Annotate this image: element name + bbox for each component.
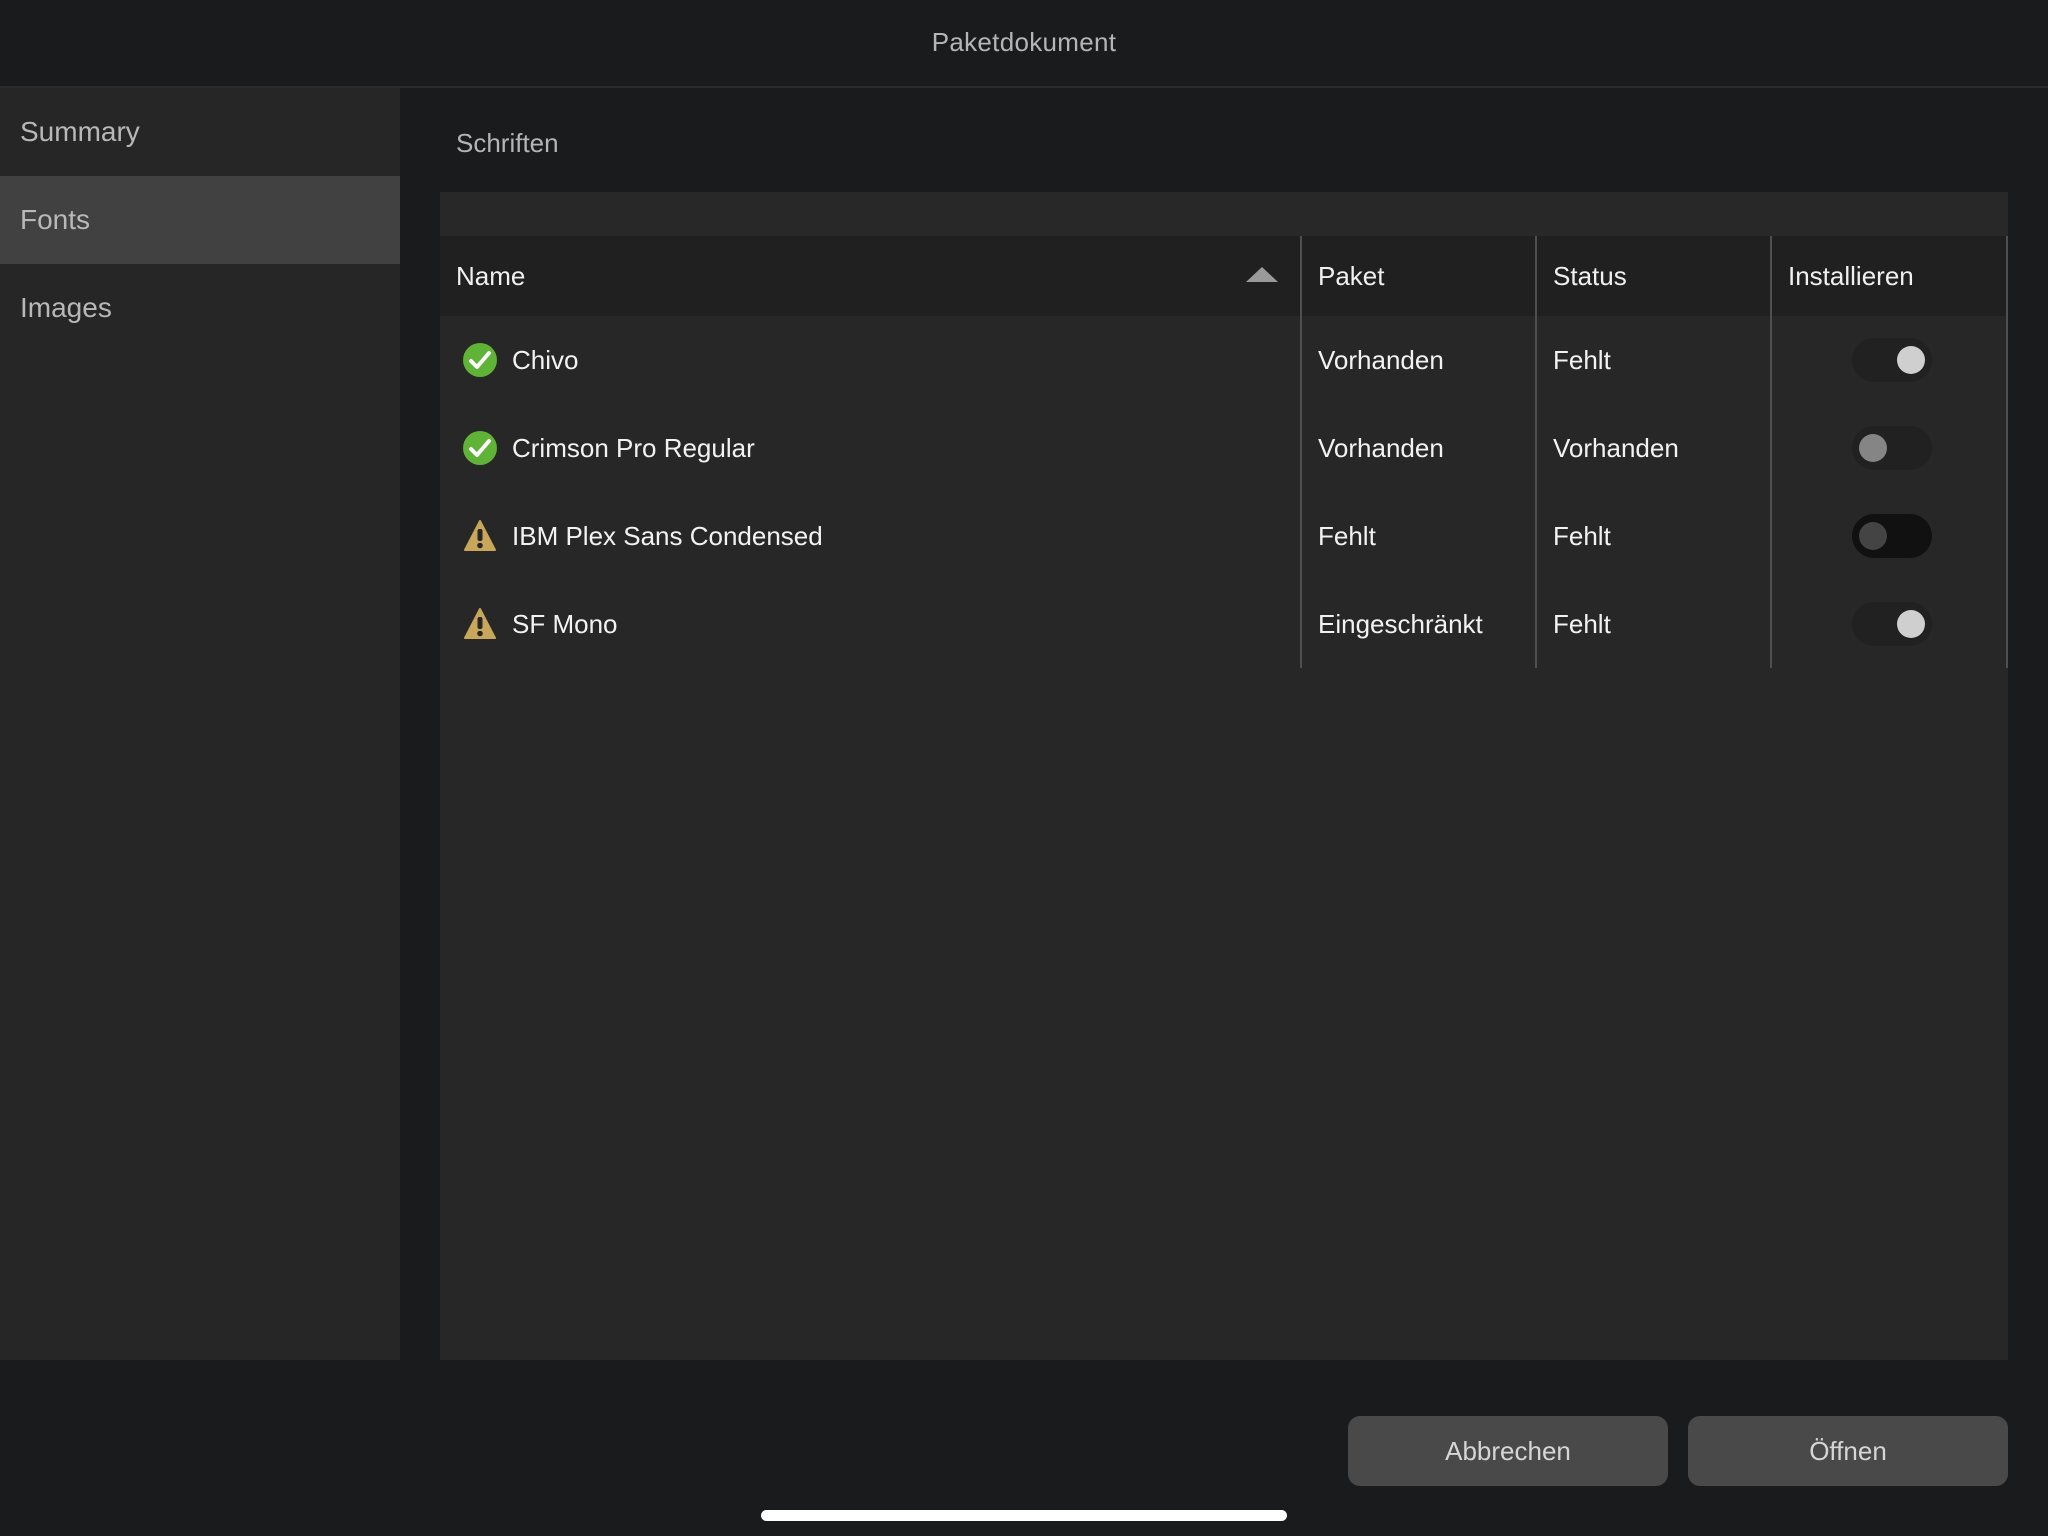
- font-name: SF Mono: [512, 608, 618, 639]
- column-header-status[interactable]: Status: [1537, 236, 1772, 316]
- toggle-knob: [1859, 522, 1887, 550]
- cell-installieren: [1772, 492, 2008, 580]
- home-indicator[interactable]: [761, 1510, 1287, 1521]
- cell-status: Fehlt: [1553, 608, 1611, 639]
- cell-paket: Eingeschränkt: [1318, 608, 1483, 639]
- cell-status: Vorhanden: [1553, 432, 1679, 463]
- cell-status: Fehlt: [1553, 520, 1611, 551]
- column-header-label: Installieren: [1788, 260, 1914, 291]
- font-name: Crimson Pro Regular: [512, 432, 755, 463]
- font-name: Chivo: [512, 344, 579, 375]
- sidebar-item-label: Summary: [20, 116, 140, 147]
- toggle-knob: [1897, 610, 1925, 638]
- font-name: IBM Plex Sans Condensed: [512, 520, 823, 551]
- cell-installieren: [1772, 404, 2008, 492]
- warning-triangle-icon: [464, 608, 496, 639]
- table-header: Name Paket Status Installieren: [440, 236, 2008, 316]
- toggle-knob: [1897, 346, 1925, 374]
- table-row[interactable]: SF Mono Eingeschränkt Fehlt: [440, 580, 2008, 668]
- cell-name: Chivo: [440, 316, 1302, 404]
- cell-name: IBM Plex Sans Condensed: [440, 492, 1302, 580]
- install-toggle[interactable]: [1852, 338, 1932, 382]
- check-circle-icon: [463, 431, 497, 465]
- table-body: Chivo Vorhanden Fehlt Crimson Pro Regula…: [440, 316, 2008, 668]
- column-header-installieren[interactable]: Installieren: [1772, 236, 2008, 316]
- cell-name: Crimson Pro Regular: [440, 404, 1302, 492]
- cell-installieren: [1772, 580, 2008, 668]
- section-title: Schriften: [456, 128, 559, 158]
- sidebar: Summary Fonts Images: [0, 88, 400, 1360]
- column-header-name[interactable]: Name: [440, 236, 1302, 316]
- sidebar-item-fonts[interactable]: Fonts: [0, 176, 400, 264]
- column-header-label: Status: [1553, 260, 1627, 291]
- install-toggle[interactable]: [1852, 602, 1932, 646]
- cell-name: SF Mono: [440, 580, 1302, 668]
- install-toggle[interactable]: [1852, 514, 1932, 558]
- main-content: Schriften Name Paket Status Installieren: [400, 88, 2048, 1360]
- toggle-knob: [1859, 434, 1887, 462]
- cell-paket: Vorhanden: [1318, 432, 1444, 463]
- sidebar-item-summary[interactable]: Summary: [0, 88, 400, 176]
- cancel-button[interactable]: Abbrechen: [1348, 1416, 1668, 1486]
- table-toolbar: [440, 192, 2008, 236]
- check-circle-icon: [463, 343, 497, 377]
- cell-paket: Vorhanden: [1318, 344, 1444, 375]
- column-header-label: Paket: [1318, 260, 1385, 291]
- cell-paket: Fehlt: [1318, 520, 1376, 551]
- sidebar-item-label: Fonts: [20, 204, 91, 235]
- title-bar: Paketdokument: [0, 0, 2048, 88]
- sidebar-item-images[interactable]: Images: [0, 264, 400, 352]
- sort-ascending-icon[interactable]: [1246, 267, 1278, 282]
- window-title: Paketdokument: [931, 26, 1117, 57]
- table-row[interactable]: Chivo Vorhanden Fehlt: [440, 316, 2008, 404]
- fonts-table: Name Paket Status Installieren Chivo Vor…: [440, 192, 2008, 1360]
- warning-triangle-icon: [464, 520, 496, 551]
- cell-status: Fehlt: [1553, 344, 1611, 375]
- cell-installieren: [1772, 316, 2008, 404]
- table-row[interactable]: Crimson Pro Regular Vorhanden Vorhanden: [440, 404, 2008, 492]
- column-header-label: Name: [456, 260, 526, 291]
- install-toggle[interactable]: [1852, 426, 1932, 470]
- column-header-paket[interactable]: Paket: [1302, 236, 1537, 316]
- open-button[interactable]: Öffnen: [1688, 1416, 2008, 1486]
- sidebar-item-label: Images: [20, 292, 112, 323]
- table-row[interactable]: IBM Plex Sans Condensed Fehlt Fehlt: [440, 492, 2008, 580]
